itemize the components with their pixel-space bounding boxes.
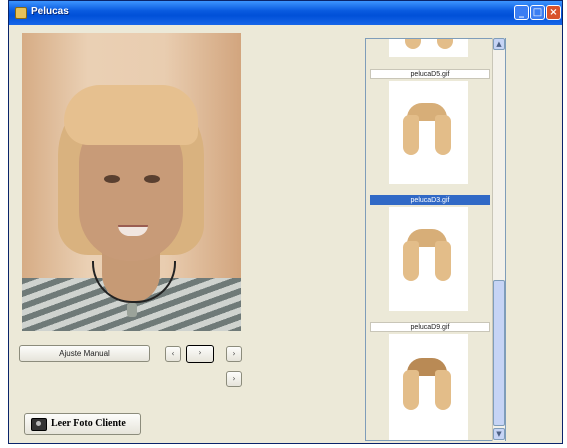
list-item-label[interactable]: pelucaD5.gif bbox=[370, 69, 490, 79]
scrollbar-thumb[interactable] bbox=[493, 280, 505, 426]
move-down-button[interactable]: › bbox=[226, 371, 242, 387]
list-item-label-selected[interactable]: pelucaD3.gif bbox=[370, 195, 490, 205]
window-title: Pelucas bbox=[31, 6, 69, 17]
client-photo bbox=[22, 33, 241, 331]
leer-foto-label: Leer Foto Cliente bbox=[51, 418, 126, 429]
list-item-image[interactable] bbox=[389, 39, 468, 57]
title-bar[interactable]: Pelucas _ □ × bbox=[9, 1, 562, 25]
scroll-up-icon[interactable]: ▲ bbox=[493, 38, 505, 50]
app-icon bbox=[15, 7, 27, 19]
wig-list[interactable]: pelucaD5.gif pelucaD3.gif pelucaD9.gif bbox=[365, 38, 506, 441]
camera-icon bbox=[31, 418, 47, 431]
move-right-button[interactable]: › bbox=[226, 346, 242, 362]
list-item-image[interactable] bbox=[389, 334, 468, 440]
list-scrollbar[interactable]: ▲ ▼ bbox=[492, 38, 505, 441]
close-button[interactable]: × bbox=[546, 5, 561, 20]
photo-eye-left bbox=[104, 175, 120, 183]
minimize-button[interactable]: _ bbox=[514, 5, 529, 20]
maximize-button[interactable]: □ bbox=[530, 5, 545, 20]
move-center-button[interactable]: › bbox=[186, 345, 214, 363]
photo-pendant bbox=[127, 303, 137, 317]
list-item-image[interactable] bbox=[389, 81, 468, 184]
list-item-image[interactable] bbox=[389, 207, 468, 311]
list-item-label[interactable]: pelucaD9.gif bbox=[370, 322, 490, 332]
ajuste-manual-button[interactable]: Ajuste Manual bbox=[19, 345, 150, 362]
leer-foto-cliente-button[interactable]: Leer Foto Cliente bbox=[24, 413, 141, 435]
move-left-button[interactable]: ‹ bbox=[165, 346, 181, 362]
photo-wig-overlay[interactable] bbox=[64, 85, 198, 145]
scroll-down-icon[interactable]: ▼ bbox=[493, 428, 505, 440]
photo-eye-right bbox=[144, 175, 160, 183]
